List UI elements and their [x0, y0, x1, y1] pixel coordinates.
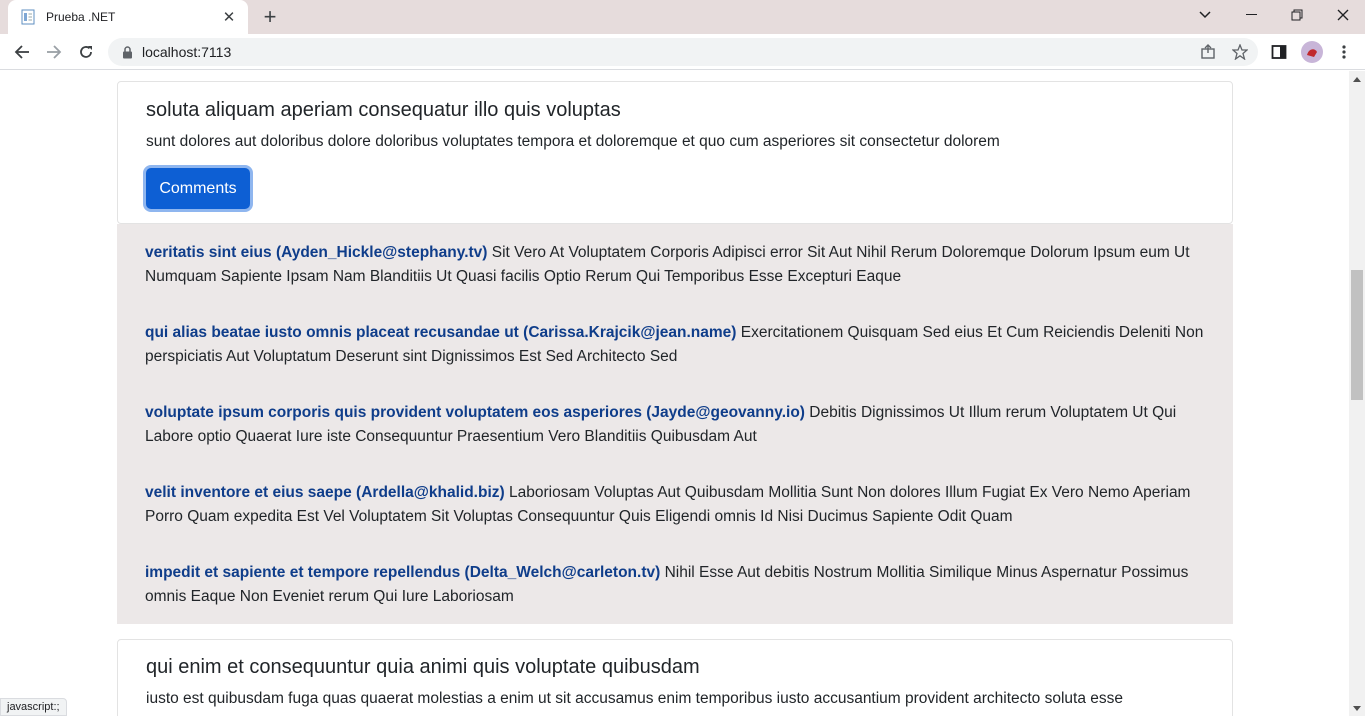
address-bar[interactable]: localhost:7113 — [108, 38, 1258, 66]
share-icon[interactable] — [1194, 38, 1222, 66]
post-title: soluta aliquam aperiam consequatur illo … — [146, 99, 621, 121]
scroll-down-arrow-icon[interactable] — [1349, 700, 1365, 716]
comment-author: impedit et sapiente et tempore repellend… — [145, 564, 661, 581]
scrollbar-thumb[interactable] — [1351, 270, 1363, 400]
comment-item: velit inventore et eius saepe (Ardella@k… — [145, 481, 1210, 529]
post-title: qui enim et consequuntur quia animi quis… — [146, 656, 700, 678]
tab-title: Prueba .NET — [46, 10, 116, 24]
page-viewport: soluta aliquam aperiam consequatur illo … — [0, 71, 1349, 716]
minimize-icon[interactable] — [1228, 0, 1274, 30]
restore-icon[interactable] — [1274, 0, 1320, 30]
forward-arrow-icon[interactable] — [40, 38, 68, 66]
browser-tab[interactable]: Prueba .NET ✕ — [8, 0, 248, 34]
comment-author: velit inventore et eius saepe (Ardella@k… — [145, 484, 505, 501]
close-tab-icon[interactable]: ✕ — [220, 8, 238, 26]
lock-icon[interactable] — [120, 45, 134, 59]
close-window-icon[interactable] — [1320, 0, 1365, 30]
post-card: soluta aliquam aperiam consequatur illo … — [117, 81, 1233, 224]
comments-button[interactable]: Comments — [146, 168, 250, 209]
kebab-menu-icon[interactable] — [1330, 38, 1358, 66]
comment-author: qui alias beatae iusto omnis placeat rec… — [145, 324, 737, 341]
status-bar: javascript:; — [0, 698, 67, 716]
post-body: iusto est quibusdam fuga quas quaerat mo… — [146, 690, 1124, 707]
side-panel-icon[interactable] — [1265, 38, 1293, 66]
vertical-scrollbar[interactable] — [1349, 71, 1365, 716]
url-text: localhost:7113 — [142, 44, 232, 60]
comment-author: veritatis sint eius (Ayden_Hickle@stepha… — [145, 244, 488, 261]
comment-item: veritatis sint eius (Ayden_Hickle@stepha… — [145, 241, 1210, 289]
page-favicon-icon — [20, 9, 36, 25]
tab-search-icon[interactable] — [1182, 0, 1228, 30]
reload-icon[interactable] — [72, 38, 100, 66]
comment-item: voluptate ipsum corporis quis provident … — [145, 401, 1210, 449]
bookmark-star-icon[interactable] — [1226, 38, 1254, 66]
new-tab-icon[interactable]: + — [258, 5, 282, 29]
post-card: qui enim et consequuntur quia animi quis… — [117, 639, 1233, 716]
comment-author: voluptate ipsum corporis quis provident … — [145, 404, 805, 421]
comments-panel: veritatis sint eius (Ayden_Hickle@stepha… — [117, 224, 1233, 624]
profile-avatar[interactable] — [1301, 41, 1323, 63]
back-arrow-icon[interactable] — [8, 38, 36, 66]
comment-item: impedit et sapiente et tempore repellend… — [145, 561, 1210, 609]
post-body: sunt dolores aut doloribus dolore dolori… — [146, 133, 1000, 150]
browser-tabstrip: Prueba .NET ✕ + — [0, 0, 1365, 34]
scroll-up-arrow-icon[interactable] — [1349, 71, 1365, 87]
browser-toolbar: localhost:7113 — [0, 34, 1365, 70]
comment-item: qui alias beatae iusto omnis placeat rec… — [145, 321, 1210, 369]
